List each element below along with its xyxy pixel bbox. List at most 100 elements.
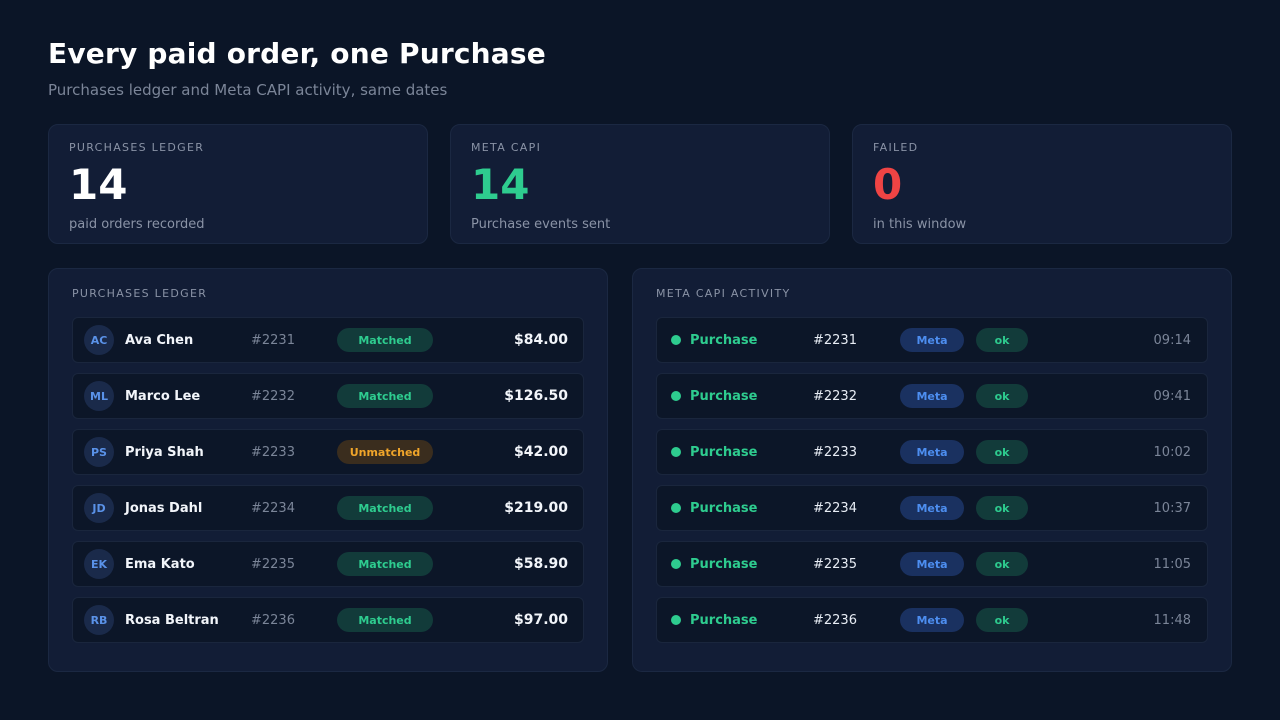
status-badge: Matched xyxy=(337,552,433,576)
capi-event-row[interactable]: Purchase #2232 Meta ok 09:41 xyxy=(656,373,1208,419)
order-amount: $126.50 xyxy=(504,388,568,404)
status-badge: Matched xyxy=(337,496,433,520)
event-name: Purchase xyxy=(690,500,758,516)
capi-event-row[interactable]: Purchase #2231 Meta ok 09:14 xyxy=(656,317,1208,363)
status-badge: Unmatched xyxy=(337,440,433,464)
source-badge: Meta xyxy=(900,328,964,352)
result-badge: ok xyxy=(976,552,1028,576)
stat-label: FAILED xyxy=(873,141,919,154)
order-number: #2233 xyxy=(813,444,857,460)
capi-list: Purchase #2231 Meta ok 09:14 Purchase #2232 Met… xyxy=(656,317,1208,643)
avatar: JD xyxy=(84,493,114,523)
capi-event-row[interactable]: Purchase #2235 Meta ok 11:05 xyxy=(656,541,1208,587)
customer-name: Ema Kato xyxy=(125,556,195,572)
capi-event-row[interactable]: Purchase #2236 Meta ok 11:48 xyxy=(656,597,1208,643)
event-time: 11:05 xyxy=(1153,556,1191,572)
source-badge: Meta xyxy=(900,608,964,632)
ledger-row[interactable]: AC Ava Chen #2231 Matched $84.00 xyxy=(72,317,584,363)
event-name: Purchase xyxy=(690,612,758,628)
status-dot-icon xyxy=(671,335,681,345)
status-dot-icon xyxy=(671,391,681,401)
ledger-row[interactable]: JD Jonas Dahl #2234 Matched $219.00 xyxy=(72,485,584,531)
event-name: Purchase xyxy=(690,388,758,404)
avatar: RB xyxy=(84,605,114,635)
event-name: Purchase xyxy=(690,444,758,460)
event-name: Purchase xyxy=(690,556,758,572)
order-number: #2232 xyxy=(251,388,295,404)
ledger-row[interactable]: EK Ema Kato #2235 Matched $58.90 xyxy=(72,541,584,587)
order-number: #2236 xyxy=(251,612,295,628)
ledger-row[interactable]: ML Marco Lee #2232 Matched $126.50 xyxy=(72,373,584,419)
result-badge: ok xyxy=(976,384,1028,408)
stat-description: in this window xyxy=(873,217,967,232)
event-name: Purchase xyxy=(690,332,758,348)
stat-value: 14 xyxy=(69,160,128,209)
source-badge: Meta xyxy=(900,384,964,408)
capi-event-row[interactable]: Purchase #2234 Meta ok 10:37 xyxy=(656,485,1208,531)
event-time: 10:02 xyxy=(1153,444,1191,460)
order-amount: $42.00 xyxy=(513,444,568,460)
customer-name: Ava Chen xyxy=(125,332,194,348)
purchases-ledger-panel: PURCHASES LEDGER AC Ava Chen #2231 Matched $… xyxy=(48,268,608,672)
event-time: 09:14 xyxy=(1153,332,1191,348)
status-dot-icon xyxy=(671,503,681,513)
event-time: 10:37 xyxy=(1153,500,1191,516)
order-number: #2234 xyxy=(813,500,857,516)
order-amount: $97.00 xyxy=(513,612,568,628)
customer-name: Priya Shah xyxy=(125,444,204,460)
order-number: #2233 xyxy=(251,444,295,460)
stat-value: 0 xyxy=(873,160,903,209)
order-number: #2231 xyxy=(251,332,295,348)
stat-value: 14 xyxy=(471,160,530,209)
order-number: #2235 xyxy=(251,556,295,572)
panel-title: META CAPI ACTIVITY xyxy=(656,287,791,300)
source-badge: Meta xyxy=(900,440,964,464)
order-number: #2235 xyxy=(813,556,857,572)
stat-card-failed: FAILED 0 in this window xyxy=(852,124,1232,244)
stat-description: paid orders recorded xyxy=(69,217,205,232)
event-time: 09:41 xyxy=(1153,388,1191,404)
dashboard: Every paid order, one Purchase Purchases… xyxy=(0,0,1280,720)
order-number: #2231 xyxy=(813,332,857,348)
ledger-row[interactable]: RB Rosa Beltran #2236 Matched $97.00 xyxy=(72,597,584,643)
status-badge: Matched xyxy=(337,384,433,408)
status-dot-icon xyxy=(671,615,681,625)
avatar: ML xyxy=(84,381,114,411)
result-badge: ok xyxy=(976,328,1028,352)
page-subtitle: Purchases ledger and Meta CAPI activity,… xyxy=(48,81,448,99)
panel-title: PURCHASES LEDGER xyxy=(72,287,208,300)
result-badge: ok xyxy=(976,496,1028,520)
order-amount: $58.90 xyxy=(513,556,568,572)
customer-name: Rosa Beltran xyxy=(125,612,219,628)
result-badge: ok xyxy=(976,608,1028,632)
customer-name: Marco Lee xyxy=(125,388,201,404)
status-badge: Matched xyxy=(337,608,433,632)
stat-label: META CAPI xyxy=(471,141,542,154)
avatar: PS xyxy=(84,437,114,467)
stat-description: Purchase events sent xyxy=(471,217,611,232)
meta-capi-activity-panel: META CAPI ACTIVITY Purchase #2231 Meta ok 09… xyxy=(632,268,1232,672)
page-title: Every paid order, one Purchase xyxy=(48,37,546,70)
capi-event-row[interactable]: Purchase #2233 Meta ok 10:02 xyxy=(656,429,1208,475)
result-badge: ok xyxy=(976,440,1028,464)
event-time: 11:48 xyxy=(1153,612,1191,628)
avatar: AC xyxy=(84,325,114,355)
stat-label: PURCHASES LEDGER xyxy=(69,141,205,154)
order-number: #2234 xyxy=(251,500,295,516)
order-amount: $84.00 xyxy=(513,332,568,348)
order-number: #2232 xyxy=(813,388,857,404)
status-dot-icon xyxy=(671,447,681,457)
source-badge: Meta xyxy=(900,496,964,520)
customer-name: Jonas Dahl xyxy=(125,500,203,516)
order-number: #2236 xyxy=(813,612,857,628)
stat-card-meta-capi: META CAPI 14 Purchase events sent xyxy=(450,124,830,244)
order-amount: $219.00 xyxy=(504,500,568,516)
stats-row: PURCHASES LEDGER 14 paid orders recorded… xyxy=(48,124,1232,244)
ledger-row[interactable]: PS Priya Shah #2233 Unmatched $42.00 xyxy=(72,429,584,475)
status-dot-icon xyxy=(671,559,681,569)
status-badge: Matched xyxy=(337,328,433,352)
source-badge: Meta xyxy=(900,552,964,576)
ledger-list: AC Ava Chen #2231 Matched $84.00 ML Marco Lee #… xyxy=(72,317,584,643)
stat-card-purchases-ledger: PURCHASES LEDGER 14 paid orders recorded xyxy=(48,124,428,244)
avatar: EK xyxy=(84,549,114,579)
